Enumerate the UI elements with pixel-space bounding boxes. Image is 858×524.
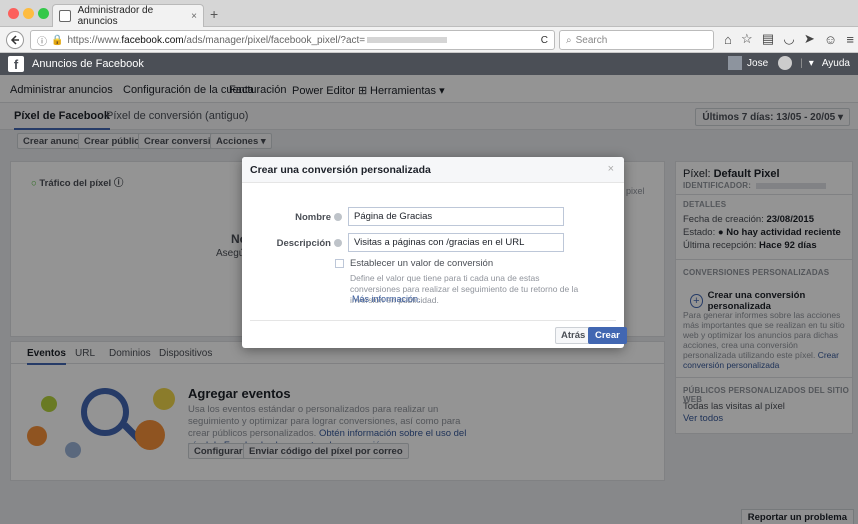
url-prefix: https://www. [67,34,122,46]
smiley-icon[interactable]: ☺ [824,32,837,47]
browser-nav-bar: ⓘ 🔒 https://www. facebook.com /ads/manag… [0,27,858,53]
new-tab-button[interactable]: + [210,6,218,22]
dialog-header: Crear una conversión personalizada × [242,157,624,183]
tab-close-icon[interactable]: × [191,11,197,22]
description-label: Descripción [242,238,342,249]
close-window-icon[interactable] [8,8,19,19]
dialog-footer-divider [250,320,616,321]
reload-icon[interactable]: C [541,35,548,46]
fb-top-bar: f Anuncios de Facebook Jose | ▾ Ayuda [0,53,858,75]
avatar[interactable] [728,56,743,70]
info-icon: ⓘ [37,36,47,48]
browser-toolbar: ⌂ ☆ ▤ ◡ ➤ ☺ ≡ [724,31,854,47]
name-field[interactable]: Página de Gracias [348,207,564,226]
browser-tab[interactable]: Administrador de anuncios × [52,4,204,27]
back-button[interactable]: Atrás [555,327,592,344]
more-info-link[interactable]: Más información. [352,294,421,304]
url-redacted [367,37,448,43]
fb-user-area: Jose | ▾ Ayuda [728,56,850,70]
arrow-left-icon [10,35,19,45]
back-button[interactable] [6,31,24,49]
url-bar[interactable]: ⓘ 🔒 https://www. facebook.com /ads/manag… [30,30,555,50]
url-domain: facebook.com [121,34,184,46]
menu-icon[interactable]: ≡ [846,32,854,47]
help-icon[interactable] [334,213,342,222]
name-label: Nombre [242,212,342,223]
home-icon[interactable]: ⌂ [724,32,732,47]
dropdown-icon[interactable]: ▾ [809,58,814,69]
tab-title: Administrador de anuncios [77,5,154,27]
user-name[interactable]: Jose [747,58,768,69]
pocket-icon[interactable]: ◡ [783,31,794,47]
help-link[interactable]: Ayuda [822,58,850,69]
close-icon[interactable]: × [608,163,614,175]
globe-icon[interactable] [778,56,793,70]
search-icon: ⌕ [566,34,572,46]
favicon-icon [59,10,71,22]
conversion-value-checkbox[interactable] [335,259,344,268]
facebook-logo-icon[interactable]: f [8,56,24,72]
bookmark-star-icon[interactable]: ☆ [741,31,753,47]
create-button[interactable]: Crear [588,327,627,344]
reading-list-icon[interactable]: ▤ [762,31,774,47]
url-path: /ads/manager/pixel/facebook_pixel/?act= [183,34,366,46]
browser-tab-bar: Administrador de anuncios × + [0,0,858,27]
search-placeholder: Search [575,34,608,46]
lock-icon: 🔒 [51,34,64,46]
app-title[interactable]: Anuncios de Facebook [32,58,144,70]
maximize-window-icon[interactable] [38,8,49,19]
help-icon[interactable] [334,239,342,248]
conversion-value-label[interactable]: Establecer un valor de conversión [350,258,493,269]
browser-search-input[interactable]: ⌕ Search [559,30,714,50]
send-icon[interactable]: ➤ [804,31,815,47]
dialog-title: Crear una conversión personalizada [250,164,431,176]
create-conversion-dialog: Crear una conversión personalizada × Nom… [242,157,627,348]
description-field[interactable]: Visitas a páginas con /gracias en el URL [348,233,564,252]
minimize-window-icon[interactable] [23,8,34,19]
